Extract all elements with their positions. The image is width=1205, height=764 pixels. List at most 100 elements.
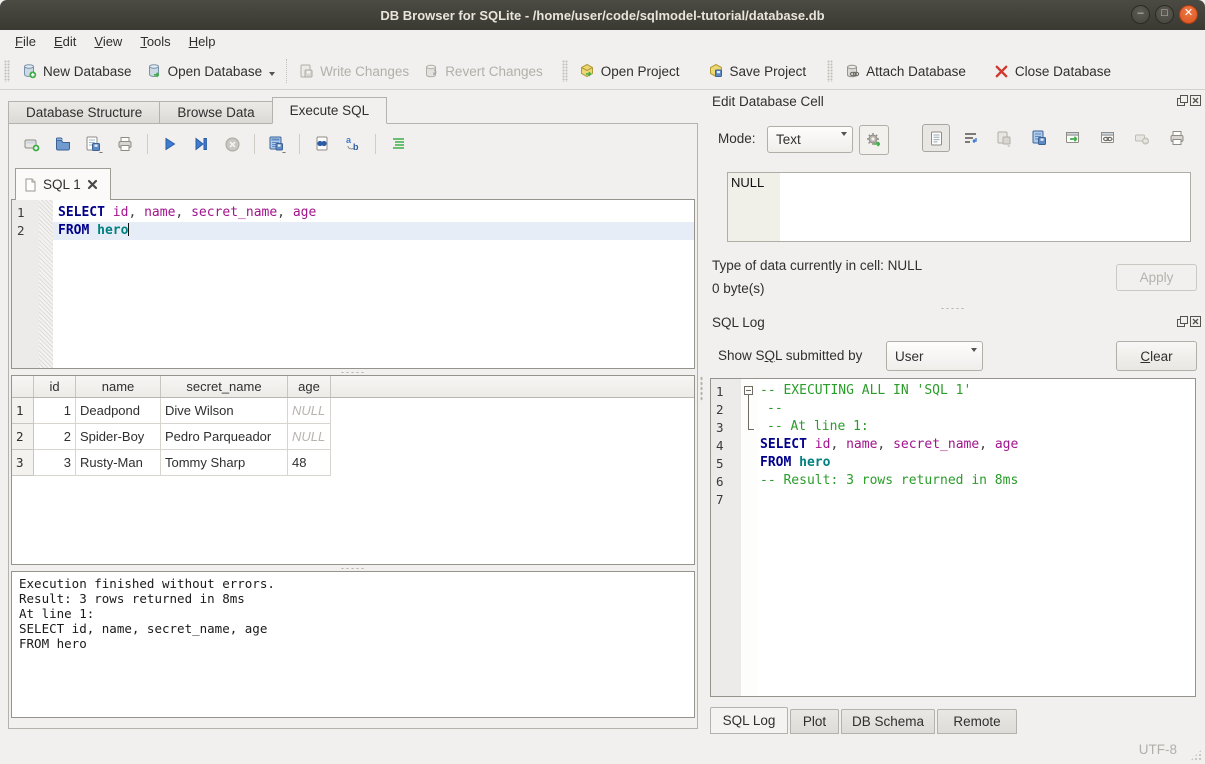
edit-cell-dock-title: Edit Database Cell [712, 94, 1197, 112]
toolbar-drag-handle[interactable] [827, 60, 833, 82]
revert-changes-icon [423, 63, 439, 79]
cell-id[interactable]: 3 [34, 450, 76, 476]
pane-splitter[interactable] [700, 376, 703, 402]
log-text-area[interactable]: -- EXECUTING ALL IN 'SQL 1' -- -- At lin… [758, 379, 1195, 696]
fold-collapse-icon[interactable] [744, 386, 753, 395]
resize-grip[interactable] [1190, 749, 1202, 761]
column-header-name[interactable]: name [76, 376, 161, 397]
save-sql-file-button[interactable] [83, 133, 105, 155]
float-dock-icon[interactable] [1177, 95, 1188, 106]
cell-age[interactable]: NULL [288, 398, 331, 424]
open-database-button[interactable]: Open Database [139, 59, 283, 83]
cell-name[interactable]: Spider-Boy [76, 424, 161, 450]
close-database-icon [994, 64, 1009, 79]
toolbar-drag-handle[interactable] [562, 60, 568, 82]
menu-tools[interactable]: Tools [131, 32, 179, 51]
new-database-button[interactable]: New Database [14, 59, 139, 83]
attach-database-button[interactable]: Attach Database [837, 59, 973, 83]
open-sql-file-button[interactable] [52, 133, 74, 155]
close-dock-icon[interactable] [1190, 316, 1201, 327]
menu-view[interactable]: View [85, 32, 131, 51]
close-tab-icon[interactable] [87, 179, 98, 190]
maximize-button[interactable]: □ [1155, 5, 1174, 24]
message-line: Result: 3 rows returned in 8ms [19, 591, 687, 606]
menu-help[interactable]: Help [180, 32, 225, 51]
column-header-secret-name[interactable]: secret_name [161, 376, 288, 397]
cell-name[interactable]: Rusty-Man [76, 450, 161, 476]
open-project-button[interactable]: Open Project [572, 59, 687, 83]
write-changes-button[interactable]: Write Changes [291, 59, 416, 83]
tab-database-structure[interactable]: Database Structure [8, 101, 159, 124]
revert-changes-button[interactable]: Revert Changes [416, 59, 550, 83]
close-button[interactable]: ✕ [1179, 5, 1198, 24]
minimize-button[interactable]: – [1131, 5, 1150, 24]
cell-id[interactable]: 2 [34, 424, 76, 450]
column-header-id[interactable]: id [34, 376, 76, 397]
dock-tab-plot[interactable]: Plot [790, 709, 839, 734]
message-line: SELECT id, name, secret_name, age [19, 621, 687, 636]
new-sql-tab-button[interactable] [21, 133, 43, 155]
main-tab-bar: Database Structure Browse Data Execute S… [8, 97, 387, 124]
find-button[interactable] [311, 133, 333, 155]
editor-text-area[interactable]: SELECT id, name, secret_name, age FROM h… [53, 200, 694, 368]
sql-file-tab[interactable]: SQL 1 [15, 168, 111, 200]
dock-tab-remote[interactable]: Remote [937, 709, 1017, 734]
execute-sql-button[interactable] [159, 133, 181, 155]
app-window: DB Browser for SQLite - /home/user/code/… [0, 0, 1205, 764]
encoding-indicator[interactable]: UTF-8 [1139, 742, 1177, 757]
import-cell-data-button[interactable] [990, 124, 1018, 152]
cell-value-editor[interactable]: NULL [727, 172, 1191, 242]
cell-age[interactable]: NULL [288, 424, 331, 450]
edit-cell-dock-controls [1177, 95, 1201, 106]
save-project-button[interactable]: Save Project [701, 59, 814, 83]
cell-age[interactable]: 48 [288, 450, 331, 476]
dock-tab-sql-log[interactable]: SQL Log [710, 707, 788, 734]
menu-edit[interactable]: Edit [45, 32, 85, 51]
row-header[interactable]: 3 [12, 450, 34, 476]
cell-id[interactable]: 1 [34, 398, 76, 424]
text-document-icon [928, 130, 945, 147]
corner-header-cell[interactable] [12, 376, 34, 397]
execute-current-line-button[interactable] [190, 133, 212, 155]
save-results-button[interactable] [266, 133, 288, 155]
project-open-icon [579, 63, 595, 79]
export-cell-data-button[interactable] [1025, 124, 1053, 152]
replace-button[interactable]: ab [342, 133, 364, 155]
tab-browse-data[interactable]: Browse Data [159, 101, 271, 124]
close-dock-icon[interactable] [1190, 95, 1201, 106]
sql-log-editor[interactable]: 1 2 3 4 5 6 7 -- EXECUTING ALL IN 'SQL 1… [710, 378, 1196, 697]
open-in-external-app-button[interactable] [1059, 124, 1087, 152]
dock-tab-db-schema[interactable]: DB Schema [841, 709, 935, 734]
copy-link-button[interactable] [1094, 124, 1122, 152]
row-header[interactable]: 1 [12, 398, 34, 424]
format-sql-button[interactable] [387, 133, 409, 155]
toolbar-drag-handle[interactable] [4, 60, 10, 82]
sql-document-icon [24, 178, 37, 192]
dock-splitter[interactable] [930, 305, 976, 311]
auto-switch-mode-button[interactable] [859, 125, 889, 155]
menu-file[interactable]: File [6, 32, 45, 51]
stop-button[interactable] [221, 133, 243, 155]
cell-secret-name[interactable]: Dive Wilson [161, 398, 288, 424]
row-header[interactable]: 2 [12, 424, 34, 450]
sql-editor[interactable]: 1 2 SELECT id, name, secret_name, age FR… [11, 199, 695, 369]
cell-name[interactable]: Deadpond [76, 398, 161, 424]
print-cell-button[interactable] [1163, 124, 1191, 152]
log-filter-select[interactable]: User [886, 341, 983, 371]
column-header-age[interactable]: age [288, 376, 331, 397]
clear-log-button[interactable]: Clear [1116, 341, 1197, 371]
word-wrap-button[interactable] [956, 124, 984, 152]
log-fold-margin[interactable] [741, 379, 758, 696]
print-sql-button[interactable] [114, 133, 136, 155]
fold-line [748, 395, 754, 430]
set-null-button[interactable] [1128, 124, 1156, 152]
execution-messages[interactable]: Execution finished without errors. Resul… [11, 571, 695, 718]
float-dock-icon[interactable] [1177, 316, 1188, 327]
cell-secret-name[interactable]: Tommy Sharp [161, 450, 288, 476]
mode-select[interactable]: Text [767, 126, 853, 153]
apply-button[interactable]: Apply [1116, 264, 1197, 291]
tab-execute-sql[interactable]: Execute SQL [272, 97, 388, 124]
cell-secret-name[interactable]: Pedro Parqueador [161, 424, 288, 450]
close-database-button[interactable]: Close Database [987, 60, 1118, 83]
text-mode-toggle-button[interactable] [922, 124, 950, 152]
